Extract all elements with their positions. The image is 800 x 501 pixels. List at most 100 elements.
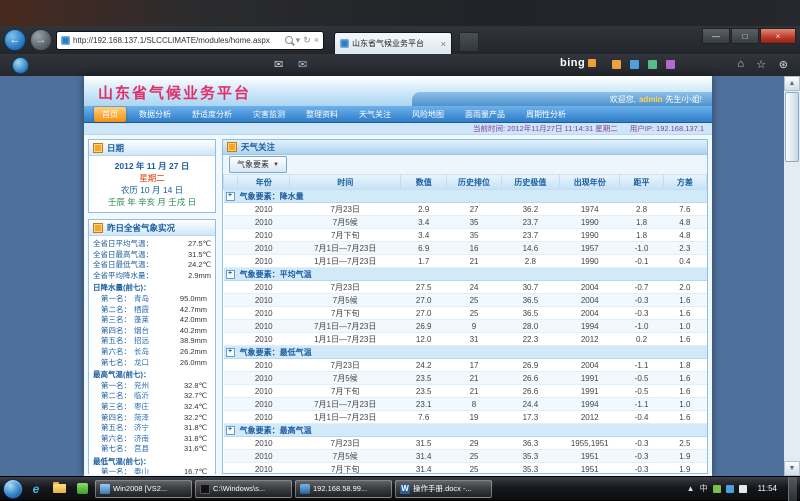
nav-item-4[interactable]: 整理资料 <box>298 107 346 122</box>
volume-icon[interactable] <box>739 485 747 493</box>
toolbar-icon[interactable] <box>612 60 621 69</box>
nav-item-7[interactable]: 面雨量产品 <box>457 107 513 122</box>
home-icon[interactable]: ⌂ <box>737 58 744 70</box>
scroll-down-icon[interactable]: ▼ <box>784 461 800 476</box>
table-cell: 7月23日 <box>290 203 401 216</box>
table-cell: 2.9 <box>401 203 447 216</box>
taskbar-button-3[interactable]: W操作手册.docx -... <box>395 480 492 498</box>
rank-row: 第六名：济南31.8℃ <box>93 434 211 445</box>
ie-taskbar-icon[interactable]: e <box>26 480 46 498</box>
gear-icon[interactable]: ⊛ <box>779 58 788 71</box>
table-row: 20107月5候23.52126.61991-0.51.6 <box>224 372 707 385</box>
taskbar-button-0[interactable]: Win2008 [VS2... <box>95 480 192 498</box>
favorites-star-icon[interactable]: ☆ <box>756 58 766 71</box>
mail-icon[interactable]: ✉ <box>274 58 283 71</box>
nav-item-3[interactable]: 灾害监测 <box>245 107 293 122</box>
nav-item-6[interactable]: 风险地图 <box>404 107 452 122</box>
action-center-icon[interactable] <box>713 485 721 493</box>
table-cell: 1957 <box>560 242 620 255</box>
network-icon[interactable] <box>726 485 734 493</box>
new-tab-button[interactable] <box>459 32 479 52</box>
scroll-up-icon[interactable]: ▲ <box>784 76 800 91</box>
toolbar-icon[interactable] <box>648 60 657 69</box>
expand-icon[interactable]: + <box>226 270 235 279</box>
station-value: 31.8℃ <box>184 434 211 445</box>
taskbar-button-2[interactable]: 192.168.58.99... <box>295 480 392 498</box>
nav-item-0[interactable]: 首页 <box>94 107 126 122</box>
vm-icon <box>100 484 110 494</box>
address-bar[interactable]: http://192.168.137.1/SLCCLIMATE/modules/… <box>56 31 324 50</box>
weather-table: 年份时间数值历史排位历史极值出现年份距平方差 +气象要素：降水量 2010 7月23… <box>223 175 707 474</box>
browser-viewport: 山东省气候业务平台 欢迎您, admin 先生/小姐! 首页数据分析舒适度分析灾… <box>0 76 800 476</box>
browser-tab[interactable]: 山东省气候业务平台 × <box>334 32 452 54</box>
nav-item-1[interactable]: 数据分析 <box>131 107 179 122</box>
user-ip-text: 用户IP: 192.168.137.1 <box>630 123 704 134</box>
toolbar-icon[interactable] <box>666 60 675 69</box>
table-cell: 1.7 <box>401 255 447 268</box>
search-icon[interactable] <box>285 36 293 44</box>
explorer-taskbar-icon[interactable] <box>49 480 69 498</box>
table-cell: 1991 <box>560 385 620 398</box>
page-scrollbar[interactable]: ▲ ▼ <box>784 76 800 476</box>
section-row-0[interactable]: +气象要素：降水量 <box>224 190 707 203</box>
tab-close-icon[interactable]: × <box>441 39 446 49</box>
expand-icon[interactable]: + <box>226 426 235 435</box>
app-taskbar-icon[interactable] <box>72 480 92 498</box>
bing-logo[interactable]: bing <box>560 57 596 69</box>
overview-label: 全省日最高气温： <box>93 250 153 261</box>
table-cell: 2010 <box>238 359 290 372</box>
table-row: 20107月5候27.02536.52004-0.31.6 <box>224 294 707 307</box>
browser-logo-icon[interactable] <box>12 57 29 74</box>
nav-item-8[interactable]: 周期性分析 <box>518 107 574 122</box>
rank-label: 第四名： <box>101 413 131 424</box>
forward-button[interactable]: → <box>30 29 52 51</box>
table-row: 20107月5候31.42535.31951-0.31.9 <box>224 450 707 463</box>
overview-value: 24.2℃ <box>188 260 211 271</box>
table-cell: 25 <box>447 463 501 475</box>
table-header: 年份时间数值历史排位历史极值出现年份距平方差 <box>224 175 707 190</box>
station-value: 26.2mm <box>180 347 211 358</box>
section-row-3[interactable]: +气象要素：最高气温 <box>224 424 707 437</box>
table-cell: 21 <box>447 385 501 398</box>
rdp-icon <box>300 484 310 494</box>
rank-row: 第一名：兖州32.8℃ <box>93 381 211 392</box>
section-row-2[interactable]: +气象要素：最低气温 <box>224 346 707 359</box>
table-cell: 2.8 <box>620 203 663 216</box>
element-filter-button[interactable]: 气象要素 ▼ <box>229 156 287 173</box>
rank-label: 第六名： <box>101 347 131 358</box>
back-button[interactable]: ← <box>4 29 26 51</box>
table-cell: 2004 <box>560 294 620 307</box>
station-name: 青岛 <box>134 294 149 305</box>
stop-icon[interactable]: × <box>314 35 319 45</box>
rank-label: 第七名： <box>101 358 131 369</box>
ime-indicator[interactable]: 中 <box>700 483 708 494</box>
nav-item-5[interactable]: 天气关注 <box>351 107 399 122</box>
toolbar-icon[interactable] <box>630 60 639 69</box>
section-row-1[interactable]: +气象要素：平均气温 <box>224 268 707 281</box>
table-cell: 2010 <box>238 294 290 307</box>
table-cell: 2010 <box>238 398 290 411</box>
show-hidden-icons-icon[interactable]: ▲ <box>687 484 695 493</box>
show-desktop-button[interactable] <box>788 477 797 501</box>
start-button[interactable] <box>3 479 23 499</box>
maximize-button[interactable]: □ <box>731 28 759 44</box>
table-cell: 7月5候 <box>290 372 401 385</box>
close-button[interactable]: × <box>760 28 796 44</box>
table-cell: 36.2 <box>501 203 559 216</box>
weather-summary-panel: 昨日全省气象实况 全省日平均气温：27.5℃全省日最高气温：31.5℃全省日最低… <box>88 219 216 474</box>
minimize-button[interactable]: — <box>702 28 730 44</box>
system-tray: ▲ 中 11:54 <box>687 477 797 501</box>
autocomplete-dropdown-icon[interactable]: ▾ <box>296 35 301 46</box>
expand-icon[interactable]: + <box>226 348 235 357</box>
taskbar-button-1[interactable]: C:\Windows\s... <box>195 480 292 498</box>
refresh-icon[interactable]: ↻ <box>303 35 311 46</box>
send-mail-icon[interactable]: ✉ <box>298 58 307 71</box>
sidebar: 日期 2012 年 11 月 27 日星期二农历 10 月 14 日壬辰 年 辛… <box>88 139 216 474</box>
rank-label: 第四名： <box>101 326 131 337</box>
taskbar-clock[interactable]: 11:54 <box>752 484 783 493</box>
expand-icon[interactable]: + <box>226 192 235 201</box>
table-cell: 31.4 <box>401 450 447 463</box>
rank-label: 第七名： <box>101 444 131 455</box>
scrollbar-thumb[interactable] <box>785 92 799 162</box>
nav-item-2[interactable]: 舒适度分析 <box>184 107 240 122</box>
